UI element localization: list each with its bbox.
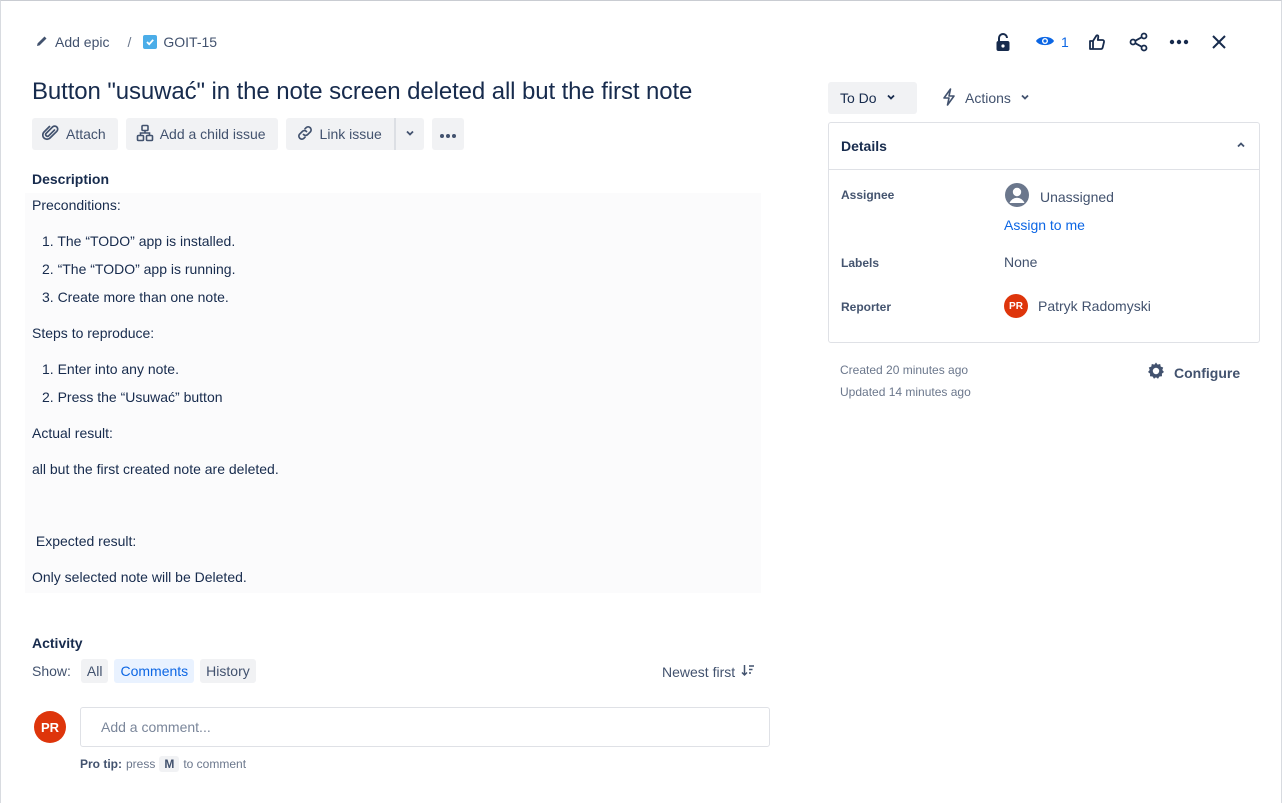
preconditions-heading: Preconditions: [32, 197, 121, 213]
attach-label: Attach [66, 126, 106, 142]
link-issue-group: Link issue [285, 118, 424, 150]
more-actions-button[interactable] [431, 118, 464, 150]
list-item: 2. Press the “Usuwać” button [42, 389, 223, 405]
updated-timestamp: Updated 14 minutes ago [840, 385, 971, 399]
filter-comments[interactable]: Comments [114, 659, 195, 683]
details-title: Details [841, 138, 887, 154]
activity-filter: Show: All Comments History [32, 659, 256, 683]
steps-heading: Steps to reproduce: [32, 325, 155, 341]
comment-input[interactable]: Add a comment... [80, 707, 770, 747]
issue-title[interactable]: Button "usuwać" in the note screen delet… [32, 78, 692, 106]
reporter-value[interactable]: PR Patryk Radomyski [1004, 294, 1151, 318]
list-item: 3. Create more than one note. [42, 289, 229, 305]
comment-placeholder: Add a comment... [101, 719, 211, 735]
watch-count: 1 [1061, 34, 1069, 50]
list-item: 1. The “TODO” app is installed. [42, 233, 236, 249]
pro-tip-label: Pro tip: [80, 757, 122, 771]
pro-tip: Pro tip: press M to comment [80, 756, 246, 772]
lock-icon[interactable] [989, 29, 1017, 55]
share-icon[interactable] [1125, 29, 1153, 55]
expected-result-heading: Expected result: [32, 533, 137, 549]
pro-tip-rest: to comment [183, 757, 247, 771]
configure-label: Configure [1174, 364, 1241, 381]
issue-toolbar: 1 [989, 29, 1233, 55]
actual-result-heading: Actual result: [32, 425, 113, 441]
labels-value[interactable]: None [1004, 254, 1037, 270]
lightning-icon [941, 87, 957, 109]
add-child-issue-button[interactable]: Add a child issue [125, 118, 278, 150]
eye-icon [1035, 34, 1055, 51]
chevron-down-icon [1019, 90, 1031, 106]
details-header[interactable]: Details [829, 123, 1259, 170]
breadcrumb-separator: / [127, 34, 132, 50]
labels-none: None [1004, 254, 1038, 270]
filter-history[interactable]: History [200, 659, 256, 683]
description-body[interactable]: Preconditions: 1. The “TODO” app is inst… [25, 193, 761, 593]
assignee-value[interactable]: Unassigned [1004, 182, 1114, 211]
description-label: Description [32, 171, 110, 187]
link-issue-button[interactable]: Link issue [285, 118, 394, 150]
sort-icon [741, 663, 755, 680]
status-dropdown[interactable]: To Do [828, 82, 917, 114]
actual-result-text: all but the first created note are delet… [32, 461, 279, 477]
more-horizontal-icon [439, 126, 457, 142]
issue-key-link[interactable]: GOIT-15 [143, 34, 217, 50]
chevron-up-icon [1235, 138, 1247, 154]
details-panel: Details Assignee Unassigned Assign to me… [828, 122, 1260, 343]
expected-result-text: Only selected note will be Deleted. [32, 569, 247, 585]
chevron-down-icon [885, 90, 897, 106]
link-issue-dropdown[interactable] [393, 118, 424, 150]
link-issue-label: Link issue [319, 126, 382, 142]
paperclip-icon [41, 124, 60, 145]
sort-label: Newest first [662, 663, 736, 680]
user-avatar-icon [1004, 182, 1030, 211]
hierarchy-icon [136, 124, 154, 145]
filter-all[interactable]: All [80, 659, 109, 683]
task-checkbox-icon [143, 35, 158, 49]
breadcrumb: Add epic / GOIT-15 [35, 32, 217, 52]
show-label: Show: [32, 663, 71, 679]
reporter-name: Patryk Radomyski [1038, 298, 1151, 314]
reporter-label: Reporter [841, 300, 892, 314]
close-icon[interactable] [1205, 29, 1233, 55]
add-epic-link[interactable]: Add epic [35, 34, 109, 51]
chevron-down-icon [404, 126, 416, 142]
sort-toggle[interactable]: Newest first [662, 663, 755, 680]
thumbs-up-icon[interactable] [1083, 29, 1111, 55]
more-options-icon[interactable] [1165, 29, 1193, 55]
keyboard-shortcut: M [159, 756, 180, 772]
created-timestamp: Created 20 minutes ago [840, 363, 969, 377]
activity-label: Activity [32, 635, 83, 651]
pencil-icon [35, 34, 49, 51]
labels-label: Labels [841, 256, 880, 270]
issue-key: GOIT-15 [163, 34, 218, 50]
actions-label: Actions [965, 90, 1011, 106]
configure-button[interactable]: Configure [1146, 361, 1240, 384]
link-icon [296, 124, 314, 145]
gear-icon [1146, 361, 1166, 384]
actions-dropdown[interactable]: Actions [933, 82, 1039, 114]
assign-to-me-link[interactable]: Assign to me [1004, 217, 1085, 233]
issue-dialog: Add epic / GOIT-15 1 Button "usuwać" in … [0, 0, 1282, 803]
avatar: PR [34, 711, 66, 743]
attach-button[interactable]: Attach [32, 118, 118, 150]
list-item: 2. “The “TODO” app is running. [42, 261, 236, 277]
assignee-label: Assignee [841, 188, 895, 202]
list-item: 1. Enter into any note. [42, 361, 179, 377]
add-epic-label: Add epic [55, 34, 110, 50]
status-label: To Do [840, 90, 877, 106]
watch-button[interactable]: 1 [1035, 34, 1069, 51]
reporter-avatar: PR [1004, 294, 1028, 318]
assignee-name: Unassigned [1040, 188, 1114, 205]
add-child-issue-label: Add a child issue [159, 126, 266, 142]
pro-tip-press: press [126, 757, 156, 771]
issue-actions: Attach Add a child issue Link issue [32, 118, 464, 150]
